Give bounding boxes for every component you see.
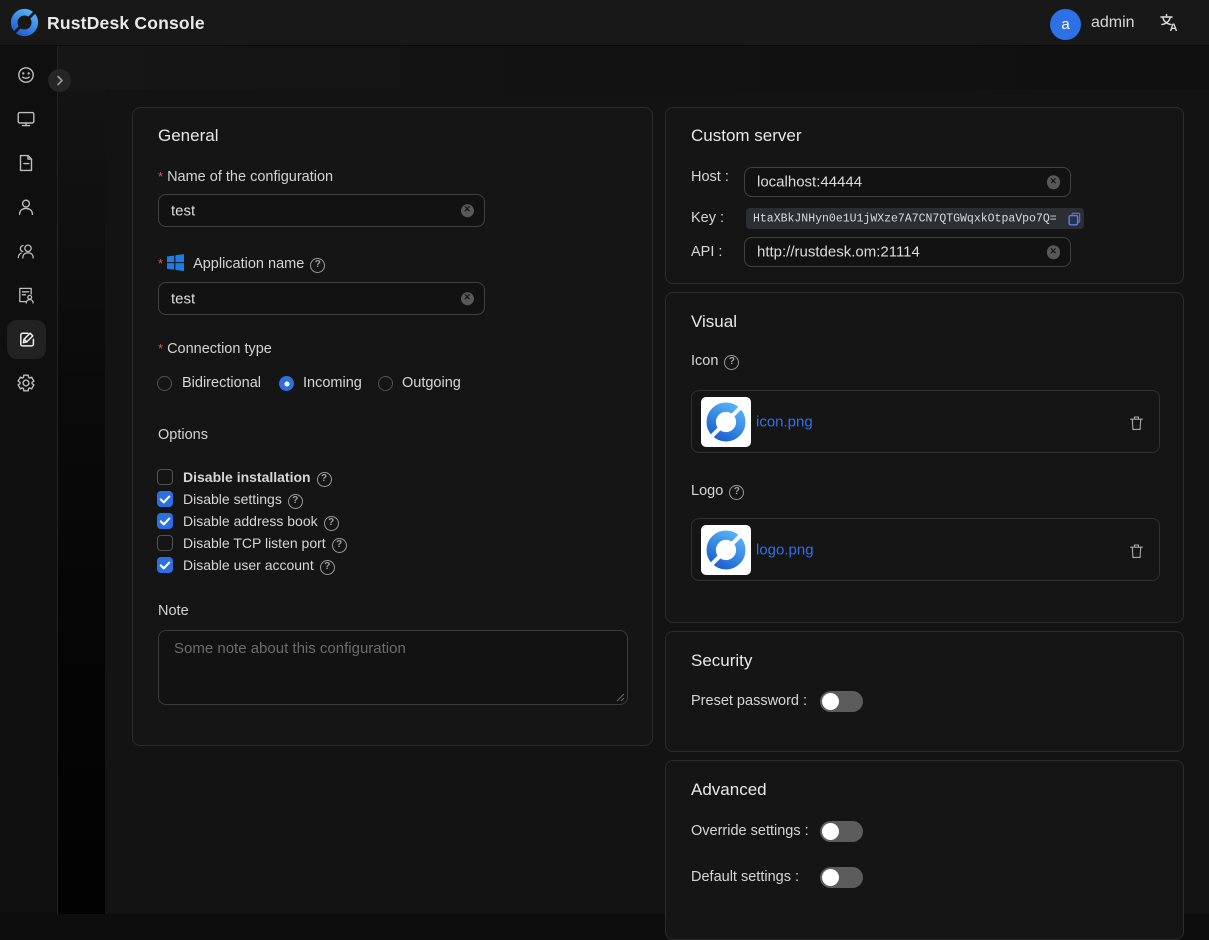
svg-text:A: A	[1170, 22, 1178, 33]
